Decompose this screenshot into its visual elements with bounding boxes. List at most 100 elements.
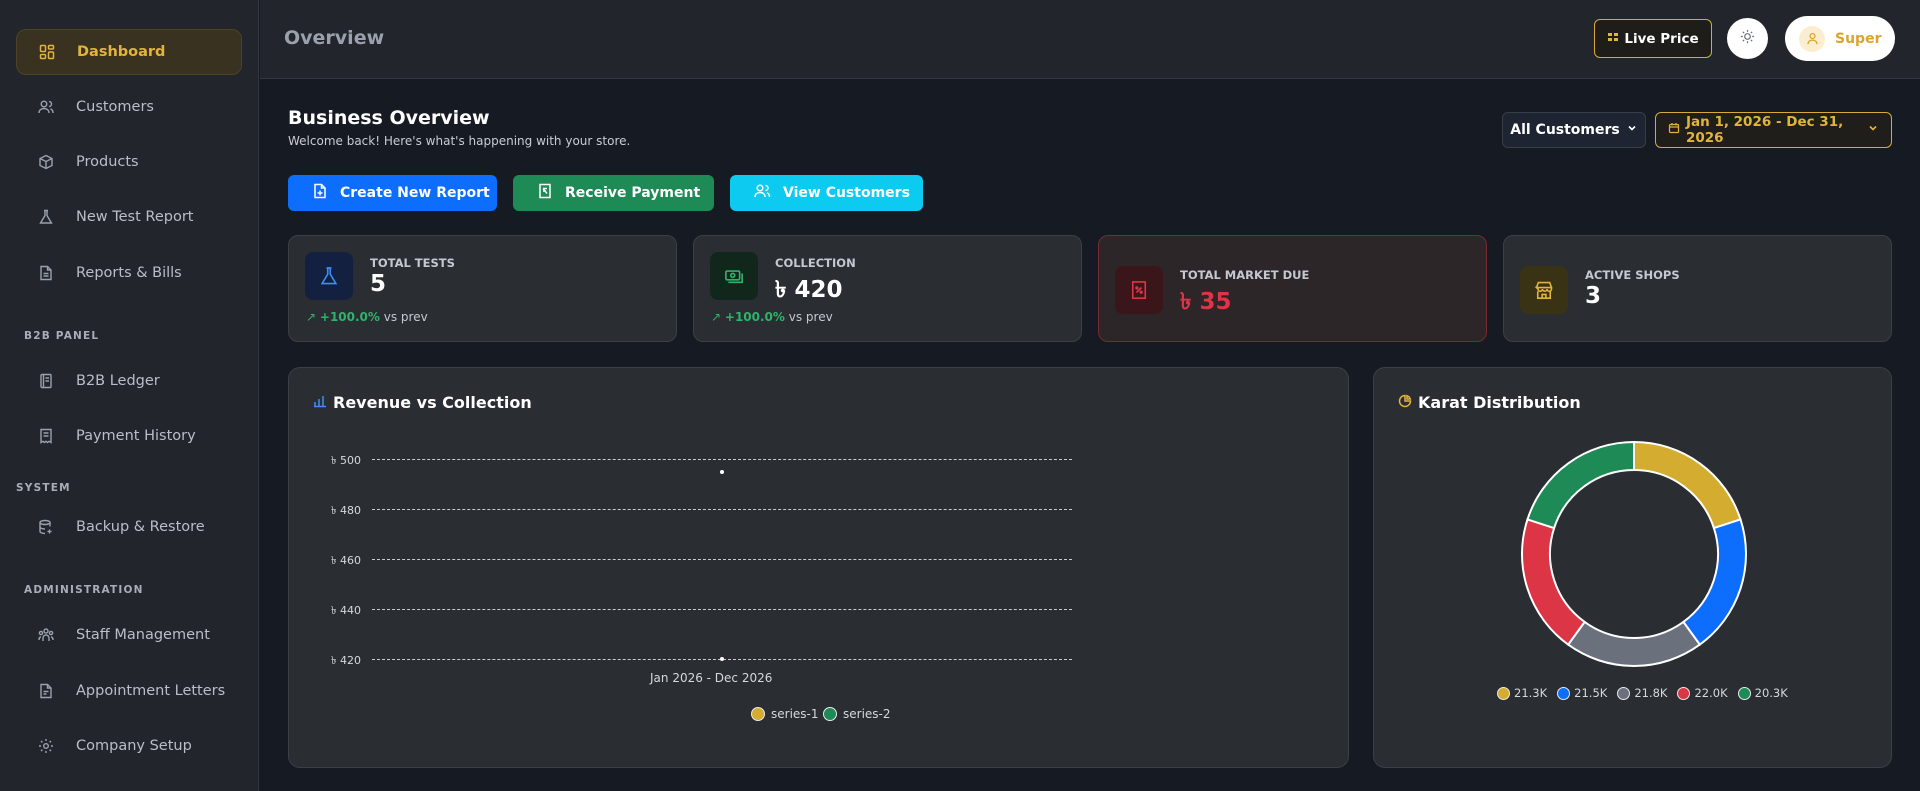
y-axis-tick-label: ৳ 440 [331, 604, 361, 617]
dashboard-icon [39, 44, 55, 60]
stat-label: COLLECTION [775, 256, 856, 270]
legend-item[interactable]: 22.0K [1677, 686, 1728, 700]
sidebar-item-reports-bills[interactable]: Reports & Bills [16, 250, 242, 296]
sidebar-item-payment-history[interactable]: Payment History [16, 413, 242, 459]
create-report-button[interactable]: Create New Report [288, 175, 497, 211]
flask-icon [305, 252, 353, 300]
sidebar-item-label: Products [76, 154, 139, 170]
y-axis-tick-label: ৳ 460 [331, 554, 361, 567]
users-icon [754, 183, 771, 203]
calendar-icon [1668, 122, 1680, 138]
legend-dot [823, 707, 837, 721]
gear-icon [38, 738, 54, 754]
receipt-percent-icon [1115, 266, 1163, 314]
trend-up-icon: ↗ [306, 310, 317, 324]
stat-value: ৳ 420 [775, 277, 843, 303]
donut-slice-21.5K[interactable] [1681, 518, 1747, 647]
stat-value: 3 [1585, 283, 1602, 309]
sidebar-item-backup-restore[interactable]: Backup & Restore [16, 504, 242, 550]
sidebar-item-customers[interactable]: Customers [16, 84, 242, 130]
donut-slice-21.8K[interactable] [1566, 620, 1702, 667]
live-price-label: Live Price [1624, 30, 1699, 47]
legend-label: 22.0K [1694, 686, 1728, 700]
team-icon [38, 627, 54, 643]
sidebar-item-products[interactable]: Products [16, 139, 242, 185]
page-title: Overview [284, 27, 385, 49]
sidebar-item-new-test-report[interactable]: New Test Report [16, 194, 242, 240]
data-point-series-1[interactable] [720, 469, 724, 474]
donut-slice-21.3K[interactable] [1633, 440, 1742, 530]
sidebar-item-dashboard[interactable]: Dashboard [16, 29, 242, 75]
gridline [372, 609, 1072, 610]
user-menu-button[interactable]: Super [1785, 16, 1895, 61]
ledger-icon [38, 373, 54, 389]
document-icon [38, 683, 54, 699]
box-icon [38, 154, 54, 170]
stat-card-total-tests: TOTAL TESTS 5 ↗ +100.0% vs prev [288, 235, 677, 342]
sidebar-item-label: Appointment Letters [76, 683, 226, 699]
users-icon [38, 99, 54, 115]
stat-label: TOTAL MARKET DUE [1180, 268, 1310, 282]
stat-card-market-due: TOTAL MARKET DUE ৳ 35 [1098, 235, 1487, 342]
stat-trend: ↗ +100.0% vs prev [306, 310, 428, 324]
customer-filter-select[interactable]: All Customers [1502, 112, 1646, 148]
sidebar-item-label: Payment History [76, 428, 196, 444]
legend-label: 21.3K [1514, 686, 1548, 700]
date-range-picker[interactable]: Jan 1, 2026 - Dec 31, 2026 [1655, 112, 1892, 148]
user-name: Super [1835, 30, 1882, 47]
sidebar-item-company-setup[interactable]: Company Setup [16, 723, 242, 769]
stat-card-active-shops: ACTIVE SHOPS 3 [1503, 235, 1892, 342]
avatar [1799, 25, 1825, 52]
stat-value: ৳ 35 [1180, 289, 1232, 315]
sidebar-item-label: B2B Ledger [76, 373, 160, 389]
legend-dot [1497, 686, 1510, 700]
panel-title: Revenue vs Collection [313, 393, 532, 412]
view-customers-button[interactable]: View Customers [730, 175, 923, 211]
sidebar-item-label: Staff Management [76, 627, 210, 643]
stat-trend: ↗ +100.0% vs prev [711, 310, 833, 324]
legend-label: 21.5K [1574, 686, 1608, 700]
sun-icon [1740, 29, 1755, 48]
legend-item[interactable]: 21.5K [1557, 686, 1607, 700]
legend-dot [751, 707, 765, 721]
theme-toggle-button[interactable] [1727, 18, 1768, 59]
trend-suffix: vs prev [383, 310, 428, 324]
legend-dot [1737, 686, 1751, 700]
topbar: Overview Live Price Super [260, 0, 1920, 79]
section-label-b2b: B2B PANEL [24, 330, 100, 342]
sidebar-item-label: Dashboard [77, 44, 166, 60]
receipt-icon [38, 428, 54, 444]
sidebar-item-b2b-ledger[interactable]: B2B Ledger [16, 358, 242, 404]
receive-payment-button[interactable]: Receive Payment [513, 175, 714, 211]
donut-slice-20.3K[interactable] [1526, 440, 1635, 530]
sidebar-item-staff-management[interactable]: Staff Management [16, 612, 242, 658]
sidebar-item-label: Backup & Restore [76, 519, 205, 535]
sidebar-item-label: Reports & Bills [76, 265, 182, 281]
y-axis-tick-label: ৳ 480 [331, 504, 361, 517]
receipt-icon [537, 183, 553, 203]
legend-item-series-2[interactable]: series-2 [823, 707, 891, 721]
legend-item[interactable]: 21.8K [1617, 686, 1667, 700]
stat-card-collection: COLLECTION ৳ 420 ↗ +100.0% vs prev [693, 235, 1082, 342]
business-overview-title: Business Overview [288, 107, 490, 129]
legend-dot [1677, 686, 1691, 700]
file-plus-icon [312, 183, 328, 203]
legend-label: 21.8K [1634, 686, 1668, 700]
sidebar-item-label: Customers [76, 99, 154, 115]
view-customers-label: View Customers [783, 185, 910, 201]
x-axis-tick-label: Jan 2026 - Dec 2026 [650, 671, 773, 685]
trend-up-icon: ↗ [711, 310, 722, 324]
legend-item[interactable]: 20.3K [1737, 686, 1788, 700]
data-point-series-2[interactable] [720, 657, 724, 661]
legend-item[interactable]: 21.3K [1497, 686, 1547, 700]
donut-slice-22.0K[interactable] [1521, 518, 1587, 647]
chevron-down-icon [1867, 122, 1879, 138]
legend-dot [1557, 686, 1571, 700]
sidebar-item-appointment-letters[interactable]: Appointment Letters [16, 668, 242, 714]
stat-value: 5 [370, 271, 387, 297]
live-price-button[interactable]: Live Price [1594, 19, 1712, 58]
gridline [372, 559, 1072, 560]
legend-item-series-1[interactable]: series-1 [751, 707, 819, 721]
trend-percent: +100.0% [724, 310, 785, 324]
date-range-value: Jan 1, 2026 - Dec 31, 2026 [1686, 114, 1844, 146]
